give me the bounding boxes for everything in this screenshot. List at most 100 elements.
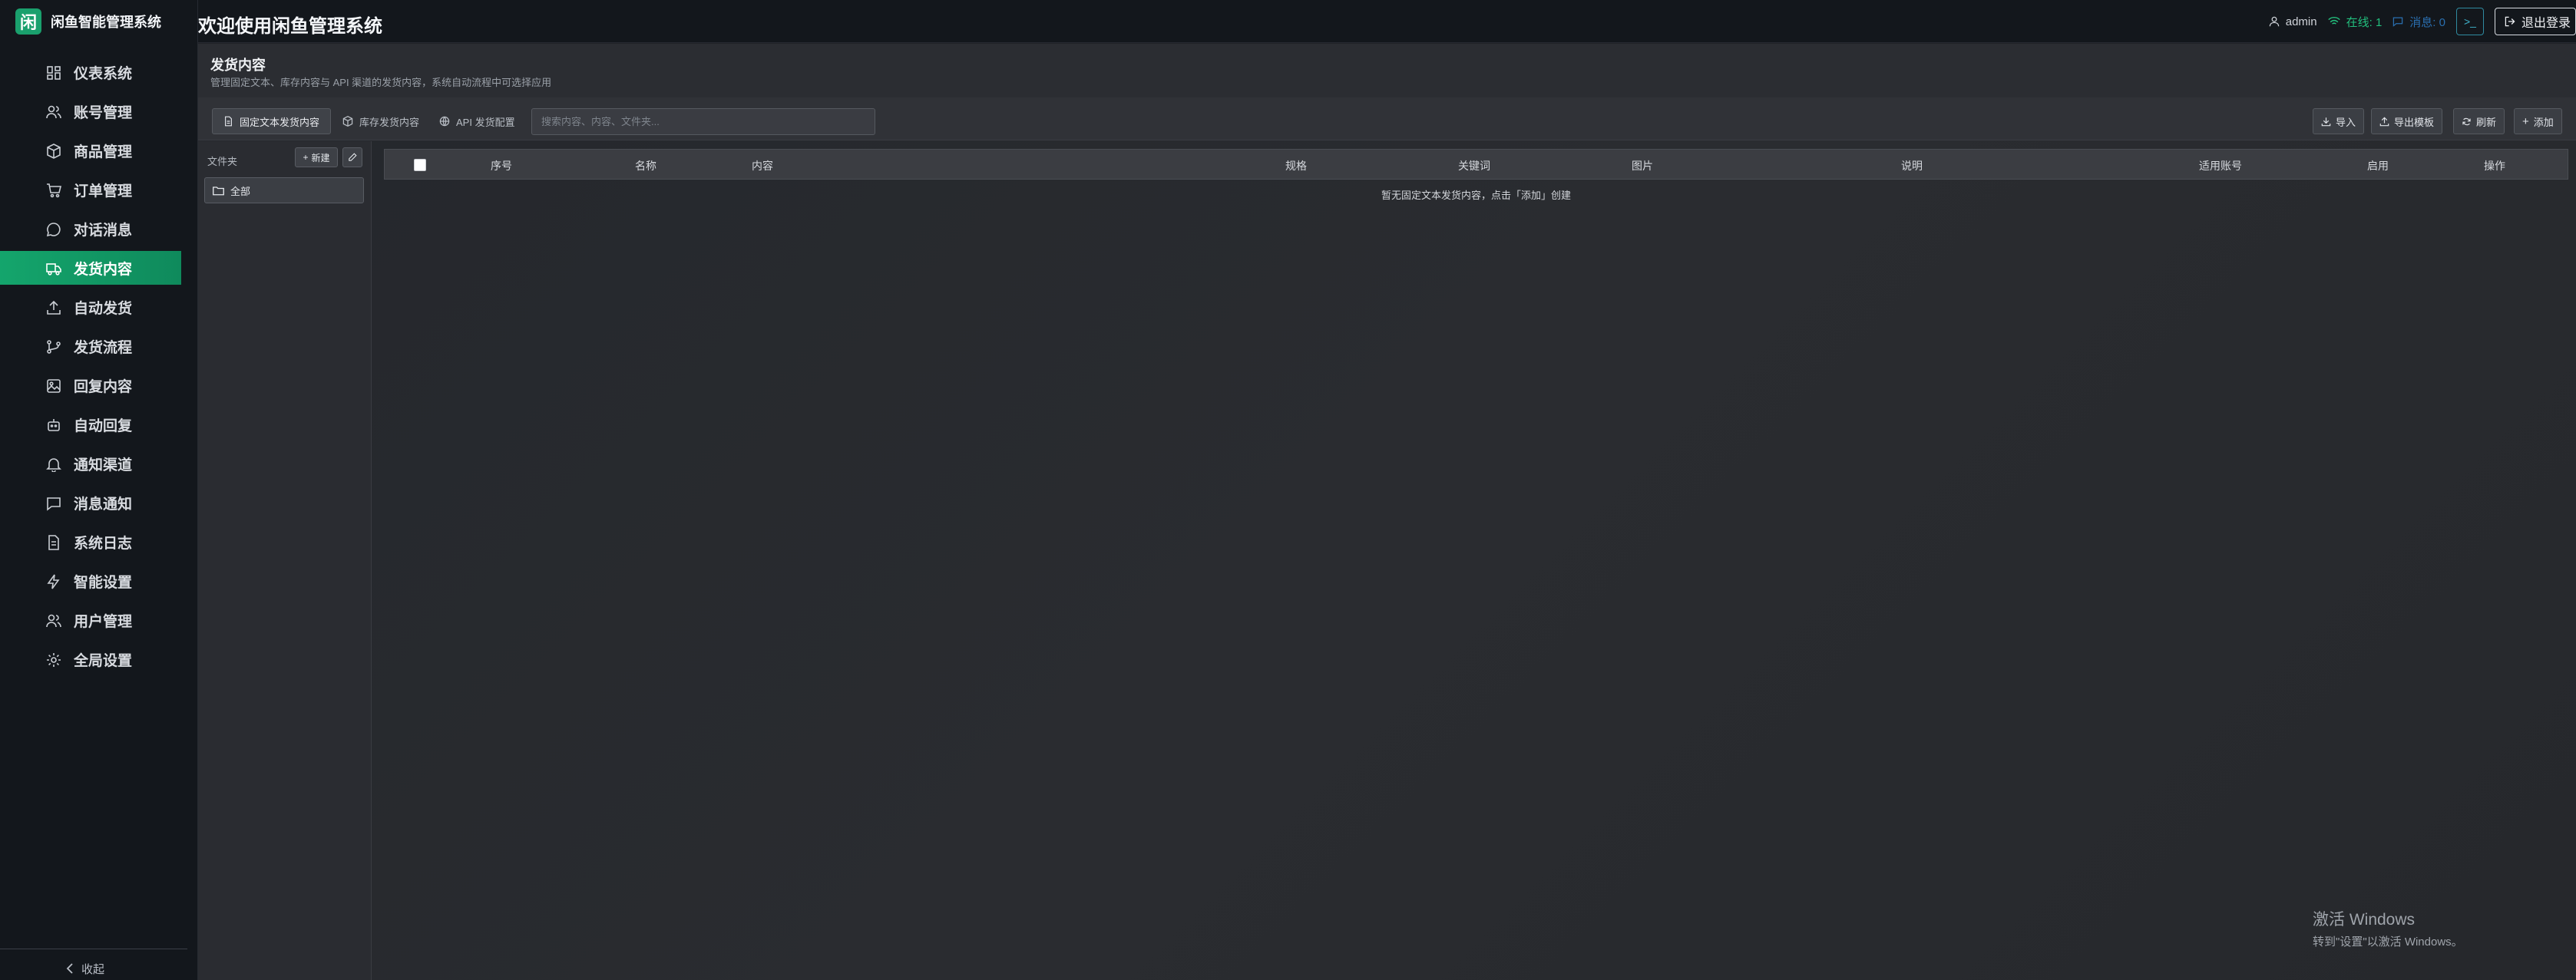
column-header: 适用账号 — [2199, 160, 2242, 172]
sidebar-item-label: 发货内容 — [74, 261, 133, 278]
column-header: 图片 — [1632, 160, 1653, 172]
folder-panel-title: 文件夹 — [207, 156, 238, 167]
truck-icon — [46, 263, 61, 276]
sidebar-item-user-mgmt[interactable]: 用户管理 — [0, 603, 181, 637]
export-label: 导出模板 — [2394, 116, 2435, 128]
pencil-icon — [349, 153, 357, 161]
refresh-label: 刷新 — [2476, 116, 2497, 128]
sidebar-item-label: 用户管理 — [74, 613, 133, 630]
sidebar-item-label: 对话消息 — [74, 222, 133, 239]
download-icon — [2321, 117, 2331, 126]
brand-logo: 闲 — [15, 8, 41, 35]
sidebar-item-products[interactable]: 商品管理 — [0, 134, 181, 167]
current-user[interactable]: admin — [2269, 15, 2317, 28]
sidebar-item-chat[interactable]: 对话消息 — [0, 212, 181, 246]
new-folder-label: 新建 — [311, 152, 330, 163]
import-button[interactable]: 导入 — [2313, 108, 2365, 134]
export-template-button[interactable]: 导出模板 — [2371, 108, 2443, 134]
folder-item-all[interactable]: 全部 — [204, 177, 364, 203]
plus-icon: + — [303, 152, 309, 163]
terminal-button[interactable]: >_ — [2455, 8, 2484, 35]
sidebar-item-label: 智能设置 — [74, 574, 133, 591]
dashboard-icon — [47, 66, 61, 80]
sidebar: 闲 闲鱼智能管理系统 仪表系统 账号管理 商品管理 订单管理 对话消息 发货内容 — [0, 0, 198, 980]
wifi-icon — [2327, 16, 2340, 25]
user-name: admin — [2285, 15, 2317, 28]
tab-label: API 发货配置 — [456, 116, 515, 128]
globe-icon — [439, 116, 450, 127]
users-icon — [46, 614, 61, 628]
top-bar: 欢迎使用闲鱼管理系统 admin 在线: 1 消息: 0 >_ 退出登录 — [198, 0, 2576, 43]
sidebar-item-dashboard[interactable]: 仪表系统 — [0, 55, 181, 89]
sidebar-item-delivery-flow[interactable]: 发货流程 — [0, 329, 181, 363]
sidebar-item-notify-channels[interactable]: 通知渠道 — [0, 447, 181, 480]
sidebar-item-label: 通知渠道 — [74, 457, 133, 474]
sidebar-item-label: 仪表系统 — [74, 65, 133, 82]
column-header: 操作 — [2484, 160, 2505, 172]
sidebar-item-global-settings[interactable]: 全局设置 — [0, 642, 181, 676]
refresh-button[interactable]: 刷新 — [2453, 108, 2505, 134]
page-title: 发货内容 — [210, 58, 266, 73]
page-description: 管理固定文本、库存内容与 API 渠道的发货内容，系统自动流程中可选择应用 — [210, 77, 552, 88]
column-header: 序号 — [491, 160, 512, 172]
folder-icon — [213, 186, 224, 195]
sidebar-item-reply-content[interactable]: 回复内容 — [0, 368, 181, 402]
brand: 闲 闲鱼智能管理系统 — [0, 0, 197, 43]
plus-icon: + — [2522, 114, 2529, 128]
sidebar-item-label: 全局设置 — [74, 652, 133, 669]
sidebar-item-label: 商品管理 — [74, 144, 133, 160]
image-icon — [47, 379, 61, 393]
sidebar-item-label: 自动发货 — [74, 300, 133, 317]
import-label: 导入 — [2336, 116, 2356, 128]
sidebar-item-label: 发货流程 — [74, 339, 133, 356]
column-header: 启用 — [2367, 160, 2389, 172]
watermark-title: 激活 Windows — [2313, 911, 2416, 929]
sidebar-item-label: 自动回复 — [74, 417, 133, 434]
sidebar-item-smart-settings[interactable]: 智能设置 — [0, 564, 181, 598]
empty-state: 暂无固定文本发货内容，点击「添加」创建 — [1381, 190, 1571, 201]
windows-watermark: 激活 Windows 转到"设置"以激活 Windows。 — [2313, 907, 2463, 949]
edit-folder-button[interactable] — [342, 147, 362, 167]
sidebar-item-label: 订单管理 — [74, 183, 133, 200]
watermark-subtitle: 转到"设置"以激活 Windows。 — [2313, 935, 2463, 949]
sidebar-item-auto-reply[interactable]: 自动回复 — [0, 408, 181, 441]
sidebar-item-accounts[interactable]: 账号管理 — [0, 94, 181, 128]
add-label: 添加 — [2533, 116, 2554, 128]
top-bar-right: admin 在线: 1 消息: 0 >_ 退出登录 — [2269, 8, 2576, 35]
sidebar-item-system-log[interactable]: 系统日志 — [0, 525, 181, 559]
online-count: 在线: 1 — [2346, 15, 2383, 29]
brand-name: 闲鱼智能管理系统 — [51, 15, 161, 30]
column-header: 规格 — [1285, 160, 1307, 172]
bell-icon — [46, 458, 61, 472]
logout-label: 退出登录 — [2521, 17, 2571, 30]
bot-icon — [48, 419, 60, 431]
table-header: 序号 名称 内容 规格 关键词 图片 说明 适用账号 启用 操作 — [384, 149, 2568, 180]
add-button[interactable]: + 添加 — [2514, 108, 2562, 134]
sidebar-item-message-notify[interactable]: 消息通知 — [0, 486, 181, 520]
sidebar-item-label: 系统日志 — [74, 535, 133, 552]
sidebar-item-auto-delivery[interactable]: 自动发货 — [0, 290, 181, 324]
users-icon — [46, 105, 61, 119]
sidebar-item-delivery-content[interactable]: 发货内容 — [0, 251, 181, 285]
upload-icon — [47, 300, 61, 315]
file-icon — [225, 116, 232, 127]
gear-icon — [47, 653, 61, 667]
flow-icon — [47, 340, 61, 354]
folder-panel: 文件夹 + 新建 全部 — [198, 141, 372, 980]
message-count: 消息: 0 — [2409, 15, 2445, 29]
chevron-left-icon — [66, 963, 73, 974]
welcome-title: 欢迎使用闲鱼管理系统 — [198, 16, 382, 37]
tab-fixed-text[interactable]: 固定文本发货内容 — [212, 108, 332, 134]
tab-inventory[interactable]: 库存发货内容 — [332, 108, 430, 134]
message-status[interactable]: 消息: 0 — [2392, 14, 2445, 30]
search-input[interactable] — [531, 108, 875, 135]
refresh-icon — [2462, 117, 2471, 125]
new-folder-button[interactable]: + 新建 — [295, 147, 338, 167]
column-header: 说明 — [1901, 160, 1923, 172]
select-all-checkbox[interactable] — [414, 159, 426, 171]
logout-button[interactable]: 退出登录 — [2494, 8, 2576, 35]
sidebar-item-label: 回复内容 — [74, 378, 133, 395]
tab-api-config[interactable]: API 发货配置 — [428, 108, 526, 134]
collapse-button[interactable]: 收起 — [66, 957, 104, 980]
sidebar-item-orders[interactable]: 订单管理 — [0, 173, 181, 206]
